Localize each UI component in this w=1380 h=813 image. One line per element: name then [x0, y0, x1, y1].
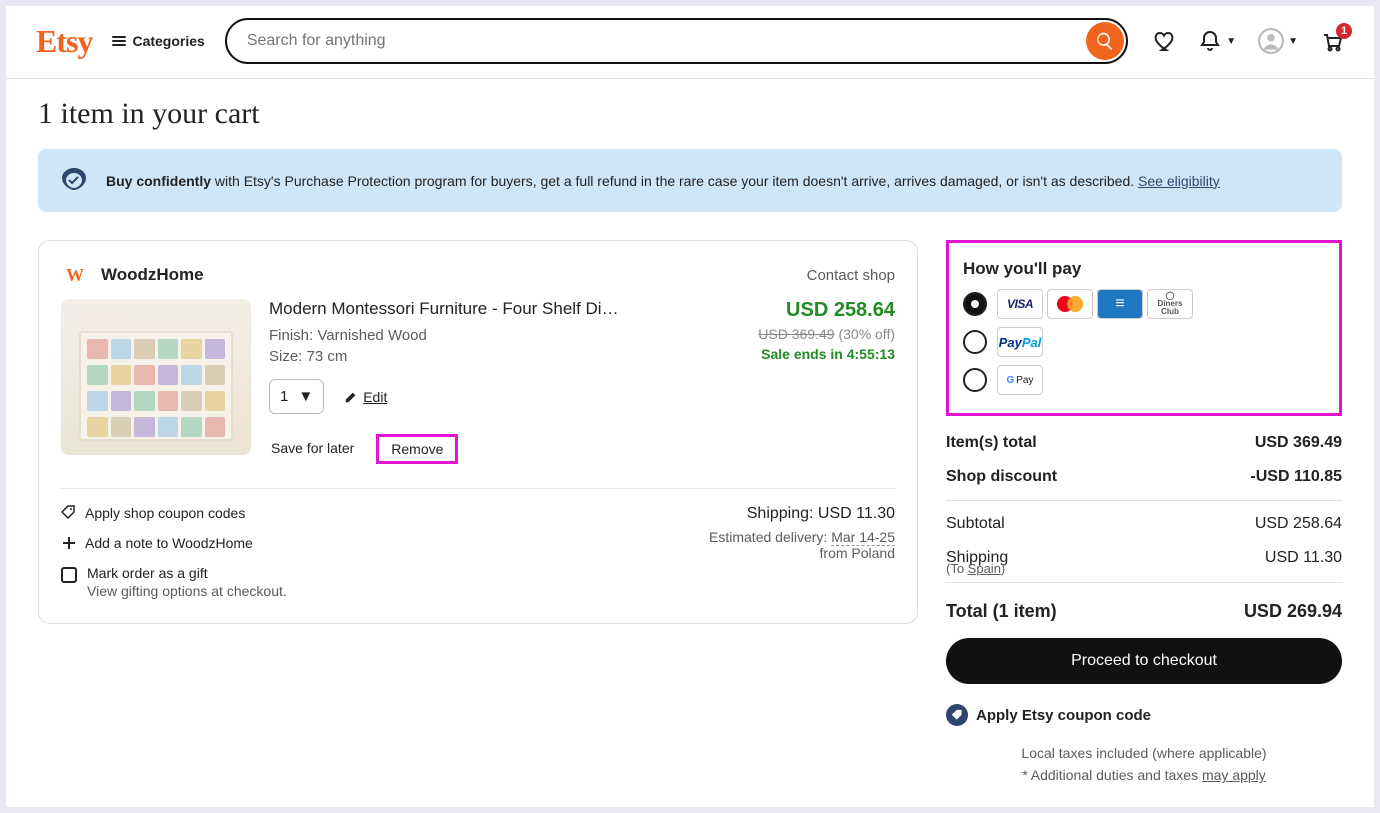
tag-icon: [61, 505, 77, 521]
coupon-icon: [946, 704, 968, 726]
header: Etsy Categories ▼ ▼ 1: [6, 6, 1374, 79]
items-total-label: Item(s) total: [946, 434, 1037, 452]
shipping-value: USD 11.30: [1265, 549, 1342, 567]
items-total-value: USD 369.49: [1255, 434, 1342, 452]
radio-selected-icon: [963, 292, 987, 316]
chevron-down-icon: ▼: [1226, 36, 1236, 47]
search-button[interactable]: [1086, 22, 1124, 60]
pp-text: with Etsy's Purchase Protection program …: [211, 173, 1138, 189]
purchase-protection-banner: Buy confidently with Etsy's Purchase Pro…: [38, 149, 1342, 212]
order-summary: How you'll pay VISA ≡ ◯Diners Club PayPa…: [946, 240, 1342, 787]
etsy-logo[interactable]: Etsy: [36, 23, 92, 60]
subtotal-value: USD 258.64: [1255, 515, 1342, 533]
chevron-down-icon: ▼: [298, 388, 313, 405]
hamburger-icon: [112, 34, 126, 48]
pencil-icon: [344, 390, 358, 404]
visa-icon: VISA: [997, 289, 1043, 319]
mastercard-icon: [1047, 289, 1093, 319]
divider: [946, 582, 1342, 583]
contact-shop-link[interactable]: Contact shop: [807, 267, 895, 284]
header-icons: ▼ ▼ 1: [1152, 28, 1344, 54]
gift-checkbox[interactable]: [61, 567, 77, 583]
chevron-down-icon: ▼: [1288, 36, 1298, 47]
categories-button[interactable]: Categories: [108, 27, 208, 55]
subtotal-label: Subtotal: [946, 515, 1005, 533]
notifications-icon[interactable]: ▼: [1198, 29, 1236, 53]
shop-name[interactable]: WoodzHome: [101, 265, 204, 285]
divider: [61, 488, 895, 489]
search-icon: [1095, 31, 1115, 51]
categories-label: Categories: [132, 33, 204, 49]
pay-option-card[interactable]: VISA ≡ ◯Diners Club: [963, 289, 1325, 319]
tax-notes: Local taxes included (where applicable) …: [946, 742, 1342, 787]
cart-count-badge: 1: [1336, 23, 1352, 39]
item-image[interactable]: [61, 299, 251, 455]
search-input[interactable]: [225, 18, 1128, 64]
amex-icon: ≡: [1097, 289, 1143, 319]
pp-see-eligibility-link[interactable]: See eligibility: [1138, 173, 1220, 189]
item-discount-pct: (30% off): [838, 326, 895, 342]
handshake-icon: [58, 163, 90, 198]
item-size: Size: 73 cm: [269, 348, 699, 365]
gpay-icon: GPay: [997, 365, 1043, 395]
gift-label: Mark order as a gift: [87, 565, 287, 581]
plus-icon: [61, 535, 77, 551]
remove-item-button[interactable]: Remove: [376, 434, 458, 464]
shipping-cost: Shipping: USD 11.30: [709, 505, 895, 523]
pay-title: How you'll pay: [963, 259, 1325, 279]
cart-icon[interactable]: 1: [1320, 29, 1344, 53]
shop-discount-value: -USD 110.85: [1250, 468, 1342, 486]
quantity-select[interactable]: 1 ▼: [269, 379, 324, 414]
proceed-to-checkout-button[interactable]: Proceed to checkout: [946, 638, 1342, 684]
total-value: USD 269.94: [1244, 601, 1342, 622]
payment-method-box: How you'll pay VISA ≡ ◯Diners Club PayPa…: [946, 240, 1342, 416]
pay-option-paypal[interactable]: PayPal: [963, 327, 1325, 357]
search-wrap: [225, 18, 1128, 64]
save-for-later-button[interactable]: Save for later: [269, 434, 356, 464]
total-label: Total (1 item): [946, 601, 1057, 622]
item-title[interactable]: Modern Montessori Furniture - Four Shelf…: [269, 299, 619, 319]
diners-icon: ◯Diners Club: [1147, 289, 1193, 319]
edit-item-link[interactable]: Edit: [344, 389, 387, 405]
favorites-icon[interactable]: [1152, 29, 1176, 53]
radio-icon: [963, 330, 987, 354]
estimated-delivery-date[interactable]: Mar 14-25: [831, 529, 895, 546]
ship-to-country-link[interactable]: Spain: [968, 561, 1001, 576]
apply-shop-coupon-link[interactable]: Apply shop coupon codes: [61, 505, 287, 521]
duties-may-apply-link[interactable]: may apply: [1202, 767, 1266, 783]
paypal-icon: PayPal: [997, 327, 1043, 357]
item-price: USD 258.64: [717, 299, 895, 322]
shop-discount-label: Shop discount: [946, 468, 1057, 486]
item-original-price: USD 369.49: [758, 326, 834, 342]
gift-sublabel: View gifting options at checkout.: [87, 583, 287, 599]
pay-option-gpay[interactable]: GPay: [963, 365, 1325, 395]
quantity-value: 1: [280, 388, 288, 405]
ship-from: from Poland: [709, 545, 895, 561]
page-title: 1 item in your cart: [38, 97, 1342, 131]
add-note-link[interactable]: Add a note to WoodzHome: [61, 535, 287, 551]
pp-bold: Buy confidently: [106, 173, 211, 189]
account-menu[interactable]: ▼: [1258, 28, 1298, 54]
cart-item-card: W WoodzHome Contact shop: [38, 240, 918, 624]
divider: [946, 500, 1342, 501]
radio-icon: [963, 368, 987, 392]
item-finish: Finish: Varnished Wood: [269, 327, 699, 344]
sale-countdown: 4:55:13: [847, 346, 895, 362]
apply-etsy-coupon-link[interactable]: Apply Etsy coupon code: [946, 704, 1342, 726]
shop-avatar[interactable]: W: [61, 261, 89, 289]
